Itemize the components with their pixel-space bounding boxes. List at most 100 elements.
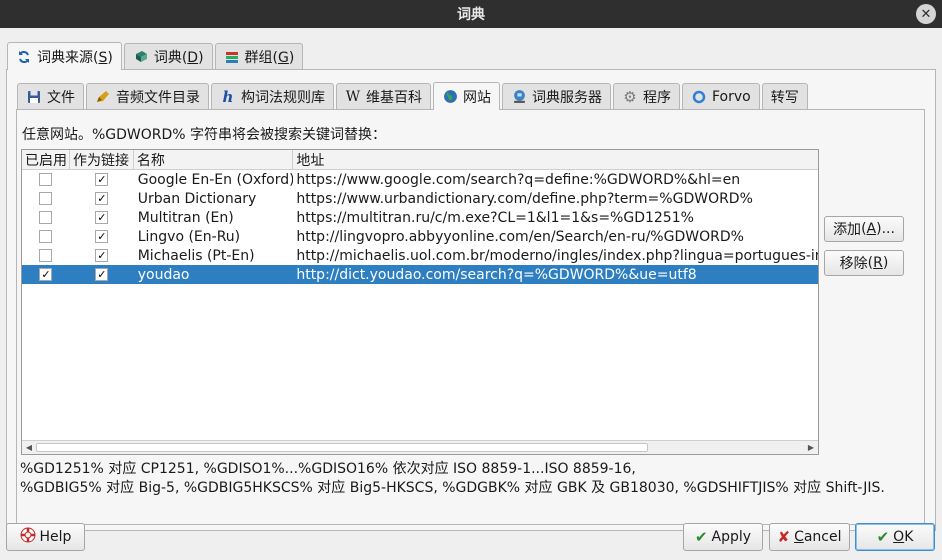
apply-button[interactable]: ✔ Apply (683, 523, 763, 551)
column-header-address[interactable]: 地址 (293, 150, 818, 169)
check-icon: ✔ (876, 528, 890, 546)
gear-icon: ⚙ (623, 87, 637, 106)
ok-button[interactable]: ✔ OK (855, 523, 935, 551)
remove-button-label: 移除 (839, 256, 868, 272)
add-button-suffix: ... (881, 221, 895, 237)
tab-dict-servers[interactable]: 词典服务器 (502, 83, 611, 109)
tab-label: 文件 (47, 89, 75, 106)
site-name[interactable]: Google En-En (Oxford) (134, 170, 294, 189)
site-name[interactable]: Urban Dictionary (134, 189, 294, 208)
site-url[interactable]: https://www.urbandictionary.com/define.p… (293, 189, 818, 208)
tab-mnemonic: S (98, 49, 108, 66)
tab-files[interactable]: 文件 (17, 83, 84, 109)
scroll-left-icon[interactable]: ◀ (22, 441, 36, 454)
tab-dictionary-sources[interactable]: 词典来源(S) (7, 42, 122, 70)
site-name[interactable]: Michaelis (Pt-En) (134, 246, 294, 265)
disk-icon (26, 89, 42, 105)
column-header-name[interactable]: 名称 (134, 150, 294, 169)
close-icon[interactable]: ✕ (916, 4, 936, 24)
ok-button-label-rest: K (904, 529, 914, 545)
tab-mnemonic: D (187, 49, 199, 66)
hunspell-icon: h (222, 87, 234, 106)
tab-programs[interactable]: ⚙ 程序 (613, 83, 680, 109)
as-link-cell: ✓ (70, 208, 134, 227)
site-name[interactable]: Lingvo (En-Ru) (134, 227, 294, 246)
enabled-checkbox[interactable] (39, 230, 53, 243)
enabled-cell (22, 189, 70, 208)
table-row[interactable]: ✓ Urban Dictionary https://www.urbandictio… (22, 189, 818, 208)
table-header: 已启用 作为链接 名称 地址 (22, 150, 818, 170)
scrollbar-thumb[interactable] (36, 443, 648, 452)
enabled-cell: ✓ (22, 265, 70, 284)
as-link-checkbox[interactable]: ✓ (95, 173, 109, 186)
tab-transliteration[interactable]: 转写 (761, 83, 808, 109)
as-link-checkbox[interactable]: ✓ (95, 268, 109, 281)
add-button-label: 添加 (833, 222, 862, 238)
enabled-cell (22, 170, 70, 189)
tab-label: 构词法规则库 (241, 89, 325, 106)
encoding-note: %GD1251% 对应 CP1251, %GDISO1%...%GDISO16%… (20, 460, 920, 498)
tab-sound-dirs[interactable]: 音频文件目录 (86, 83, 209, 109)
add-button-mnemonic: A (866, 221, 877, 237)
tab-websites[interactable]: 网站 (433, 82, 500, 110)
tab-label: 音频文件目录 (116, 89, 200, 106)
help-button[interactable]: Help (6, 523, 85, 551)
column-header-as-link[interactable]: 作为链接 (70, 150, 134, 169)
instruction-label: 任意网站。%GDWORD% 字符串将会被搜索关键词替换： (22, 127, 387, 143)
wikipedia-icon: W (345, 88, 361, 105)
horizontal-scrollbar[interactable]: ◀ ▶ (22, 440, 818, 454)
tab-label: 转写 (770, 89, 799, 106)
table-row[interactable]: ✓ Google En-En (Oxford) https://www.google… (22, 170, 818, 189)
tab-label: 词典服务器 (532, 89, 602, 106)
ok-button-mnemonic: O (893, 529, 905, 545)
as-link-cell: ✓ (70, 227, 134, 246)
websites-panel: 任意网站。%GDWORD% 字符串将会被搜索关键词替换： 已启用 作为链接 名称… (16, 109, 925, 525)
site-url[interactable]: http://dict.youdao.com/search?q=%GDWORD%… (293, 265, 818, 284)
tab-groups[interactable]: 群组(G) (214, 43, 304, 69)
add-button[interactable]: 添加(A)... (824, 216, 904, 242)
enabled-checkbox[interactable]: ✓ (39, 268, 53, 281)
site-url[interactable]: https://multitran.ru/c/m.exe?CL=1&l1=1&s… (293, 208, 818, 227)
encoding-note-line: %GDBIG5% 对应 Big-5, %GDBIG5HKSCS% 对应 Big5… (20, 480, 885, 496)
table-row[interactable]: ✓ Multitran (En) https://multitran.ru/c/m.… (22, 208, 818, 227)
as-link-checkbox[interactable]: ✓ (95, 192, 109, 205)
tab-forvo[interactable]: Forvo (682, 83, 760, 109)
tab-dictionaries[interactable]: 词典(D) (123, 43, 213, 69)
cancel-button-mnemonic: C (794, 529, 804, 545)
as-link-cell: ✓ (70, 265, 134, 284)
cancel-button[interactable]: ✘ Cancel (769, 523, 850, 551)
site-url[interactable]: https://www.google.com/search?q=define:%… (293, 170, 818, 189)
enabled-checkbox[interactable] (39, 211, 53, 224)
tab-wikipedia[interactable]: W 维基百科 (336, 83, 431, 109)
as-link-checkbox[interactable]: ✓ (95, 249, 109, 262)
source-type-tab-bar: 文件 音频文件目录 h 构词法规则库 W 维基百科 网站 词典服务器 ⚙ 程序 … (17, 82, 810, 110)
enabled-checkbox[interactable] (39, 173, 53, 186)
book-icon (133, 49, 149, 65)
as-link-checkbox[interactable]: ✓ (95, 230, 109, 243)
table-row[interactable]: ✓ ✓ youdao http://dict.youdao.com/search?q=… (22, 265, 818, 284)
table-row[interactable]: ✓ Michaelis (Pt-En) http://michaelis.uol.c… (22, 246, 818, 265)
refresh-icon (16, 49, 32, 65)
enabled-checkbox[interactable] (39, 249, 53, 262)
pencil-icon (95, 89, 111, 105)
remove-button-mnemonic: R (873, 255, 883, 271)
site-name[interactable]: Multitran (En) (134, 208, 294, 227)
column-header-enabled[interactable]: 已启用 (22, 150, 70, 169)
tab-morphology[interactable]: h 构词法规则库 (211, 83, 334, 109)
site-url[interactable]: http://michaelis.uol.com.br/moderno/ingl… (293, 246, 818, 265)
site-name[interactable]: youdao (134, 265, 294, 284)
sources-panel: 文件 音频文件目录 h 构词法规则库 W 维基百科 网站 词典服务器 ⚙ 程序 … (6, 69, 936, 531)
remove-button[interactable]: 移除(R) (824, 250, 904, 276)
as-link-cell: ✓ (70, 189, 134, 208)
websites-table[interactable]: 已启用 作为链接 名称 地址 ✓ Google En-En (Oxford) htt… (21, 149, 819, 455)
as-link-checkbox[interactable]: ✓ (95, 211, 109, 224)
site-url[interactable]: http://lingvopro.abbyyonline.com/en/Sear… (293, 227, 818, 246)
check-icon: ✔ (694, 528, 708, 546)
globe-icon (442, 89, 458, 105)
enabled-checkbox[interactable] (39, 192, 53, 205)
dialog-body: 词典来源(S) 词典(D) 群组(G) 文件 音频文件目录 h 构词法规则库 W… (0, 28, 942, 560)
table-row[interactable]: ✓ Lingvo (En-Ru) http://lingvopro.abbyyonl… (22, 227, 818, 246)
tab-label: 程序 (643, 89, 671, 106)
encoding-note-line: %GD1251% 对应 CP1251, %GDISO1%...%GDISO16%… (20, 461, 636, 477)
scroll-right-icon[interactable]: ▶ (804, 441, 818, 454)
